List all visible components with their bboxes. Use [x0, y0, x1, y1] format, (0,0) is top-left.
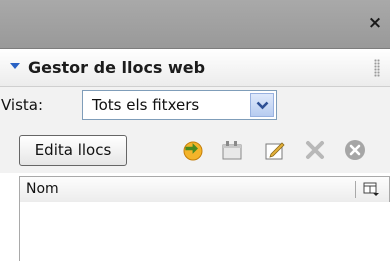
panel-titlebar: × — [0, 0, 390, 49]
view-label: Vista: — [1, 96, 44, 114]
list-header: Nom — [19, 176, 390, 203]
grip-icon[interactable] — [374, 59, 380, 77]
new-file-icon[interactable] — [263, 138, 287, 162]
column-name-header[interactable]: Nom — [26, 181, 59, 197]
panel-title: Gestor de llocs web — [28, 58, 206, 77]
close-icon[interactable]: × — [366, 14, 384, 32]
triangle-down-icon[interactable] — [10, 63, 20, 69]
chevron-down-icon[interactable] — [250, 93, 274, 117]
site-file-list[interactable] — [19, 202, 390, 261]
column-separator[interactable] — [355, 181, 356, 198]
disconnect-icon[interactable] — [303, 138, 327, 162]
new-folder-icon[interactable] — [220, 138, 244, 162]
column-options-icon[interactable] — [363, 182, 379, 197]
view-select[interactable]: Tots els fitxers — [82, 90, 277, 120]
view-select-value: Tots els fitxers — [92, 96, 200, 114]
connect-icon[interactable] — [181, 138, 205, 162]
toolbar: Edita llocs — [0, 127, 390, 173]
delete-icon[interactable] — [343, 138, 367, 162]
panel-header[interactable]: Gestor de llocs web — [0, 49, 390, 87]
edit-sites-button[interactable]: Edita llocs — [19, 135, 127, 166]
view-row: Vista: Tots els fitxers — [0, 87, 390, 127]
